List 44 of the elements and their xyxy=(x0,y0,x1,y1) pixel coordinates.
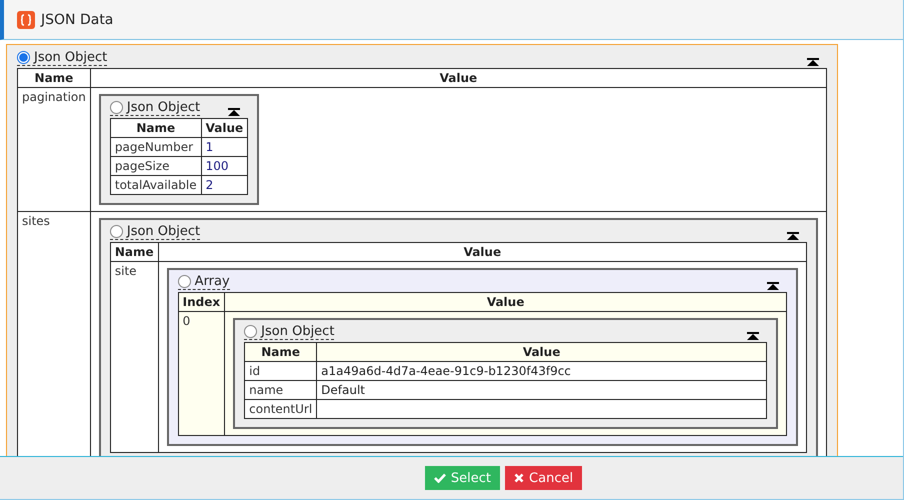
check-icon xyxy=(434,473,446,483)
table-cell: pageNumber xyxy=(110,138,202,156)
collapse-icon[interactable] xyxy=(767,282,779,290)
node-type-label[interactable]: Json Object xyxy=(261,324,334,339)
table-cell: name xyxy=(244,380,317,400)
table-cell: a1a49a6d-4d7a-4eae-91c9-b1230f43f9cc xyxy=(316,362,766,380)
collapse-icon[interactable] xyxy=(787,232,799,240)
node-type-label[interactable]: Array xyxy=(194,274,230,289)
window-title: JSON Data xyxy=(41,12,114,28)
column-header: Value xyxy=(90,68,826,88)
table-cell: pagination xyxy=(18,88,90,212)
column-header: Name xyxy=(110,242,158,262)
radio-button[interactable] xyxy=(178,275,191,288)
column-header: Name xyxy=(110,118,202,138)
table-cell: 100 xyxy=(201,156,248,176)
table-cell: totalAvailable xyxy=(110,176,202,194)
collapse-icon[interactable] xyxy=(747,332,759,340)
table-cell: 2 xyxy=(201,176,248,194)
table-cell: contentUrl xyxy=(244,400,317,418)
column-header: Value xyxy=(316,342,766,362)
radio-button[interactable] xyxy=(17,51,30,64)
cancel-button[interactable]: Cancel xyxy=(505,466,582,490)
table-cell: Default xyxy=(316,380,766,400)
column-header: Value xyxy=(201,118,248,138)
table-cell: 1 xyxy=(201,138,248,156)
collapse-icon[interactable] xyxy=(807,58,819,66)
node-type-label[interactable]: Json Object xyxy=(34,50,108,65)
collapse-icon[interactable] xyxy=(228,108,240,116)
radio-button[interactable] xyxy=(110,101,123,114)
node-type-label[interactable]: Json Object xyxy=(126,224,200,239)
braces-icon xyxy=(17,10,35,28)
column-header: Index xyxy=(178,292,225,312)
table-cell: pageSize xyxy=(110,156,202,176)
column-header: Name xyxy=(18,68,90,88)
table-cell: site xyxy=(110,262,158,452)
node-type-label[interactable]: Json Object xyxy=(126,100,200,115)
column-header: Value xyxy=(158,242,806,262)
radio-button[interactable] xyxy=(110,225,123,238)
close-icon xyxy=(514,473,524,483)
table-cell: id xyxy=(244,362,317,380)
radio-button[interactable] xyxy=(244,325,258,338)
table-cell: 0 xyxy=(178,312,225,436)
column-header: Value xyxy=(224,292,786,312)
column-header: Name xyxy=(244,342,317,362)
